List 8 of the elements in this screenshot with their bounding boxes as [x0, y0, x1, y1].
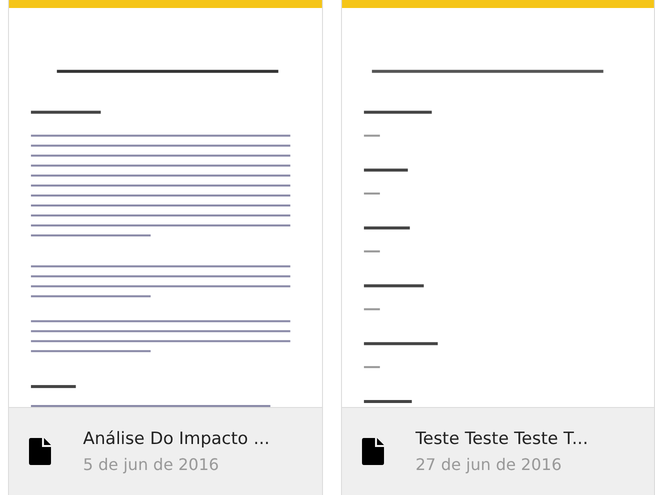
file-icon — [29, 438, 51, 465]
file-icon — [362, 438, 384, 465]
document-title: Teste Teste Teste T... — [416, 429, 590, 449]
document-title: Análise Do Impacto ... — [83, 429, 271, 449]
document-date: 5 de jun de 2016 — [83, 455, 220, 474]
document-card[interactable]: Teste Teste Teste T... 27 de jun de 2016 — [340, 0, 655, 495]
document-card[interactable]: Análise Do Impacto ... 5 de jun de 2016 — [8, 0, 322, 495]
document-date: 27 de jun de 2016 — [416, 455, 563, 474]
